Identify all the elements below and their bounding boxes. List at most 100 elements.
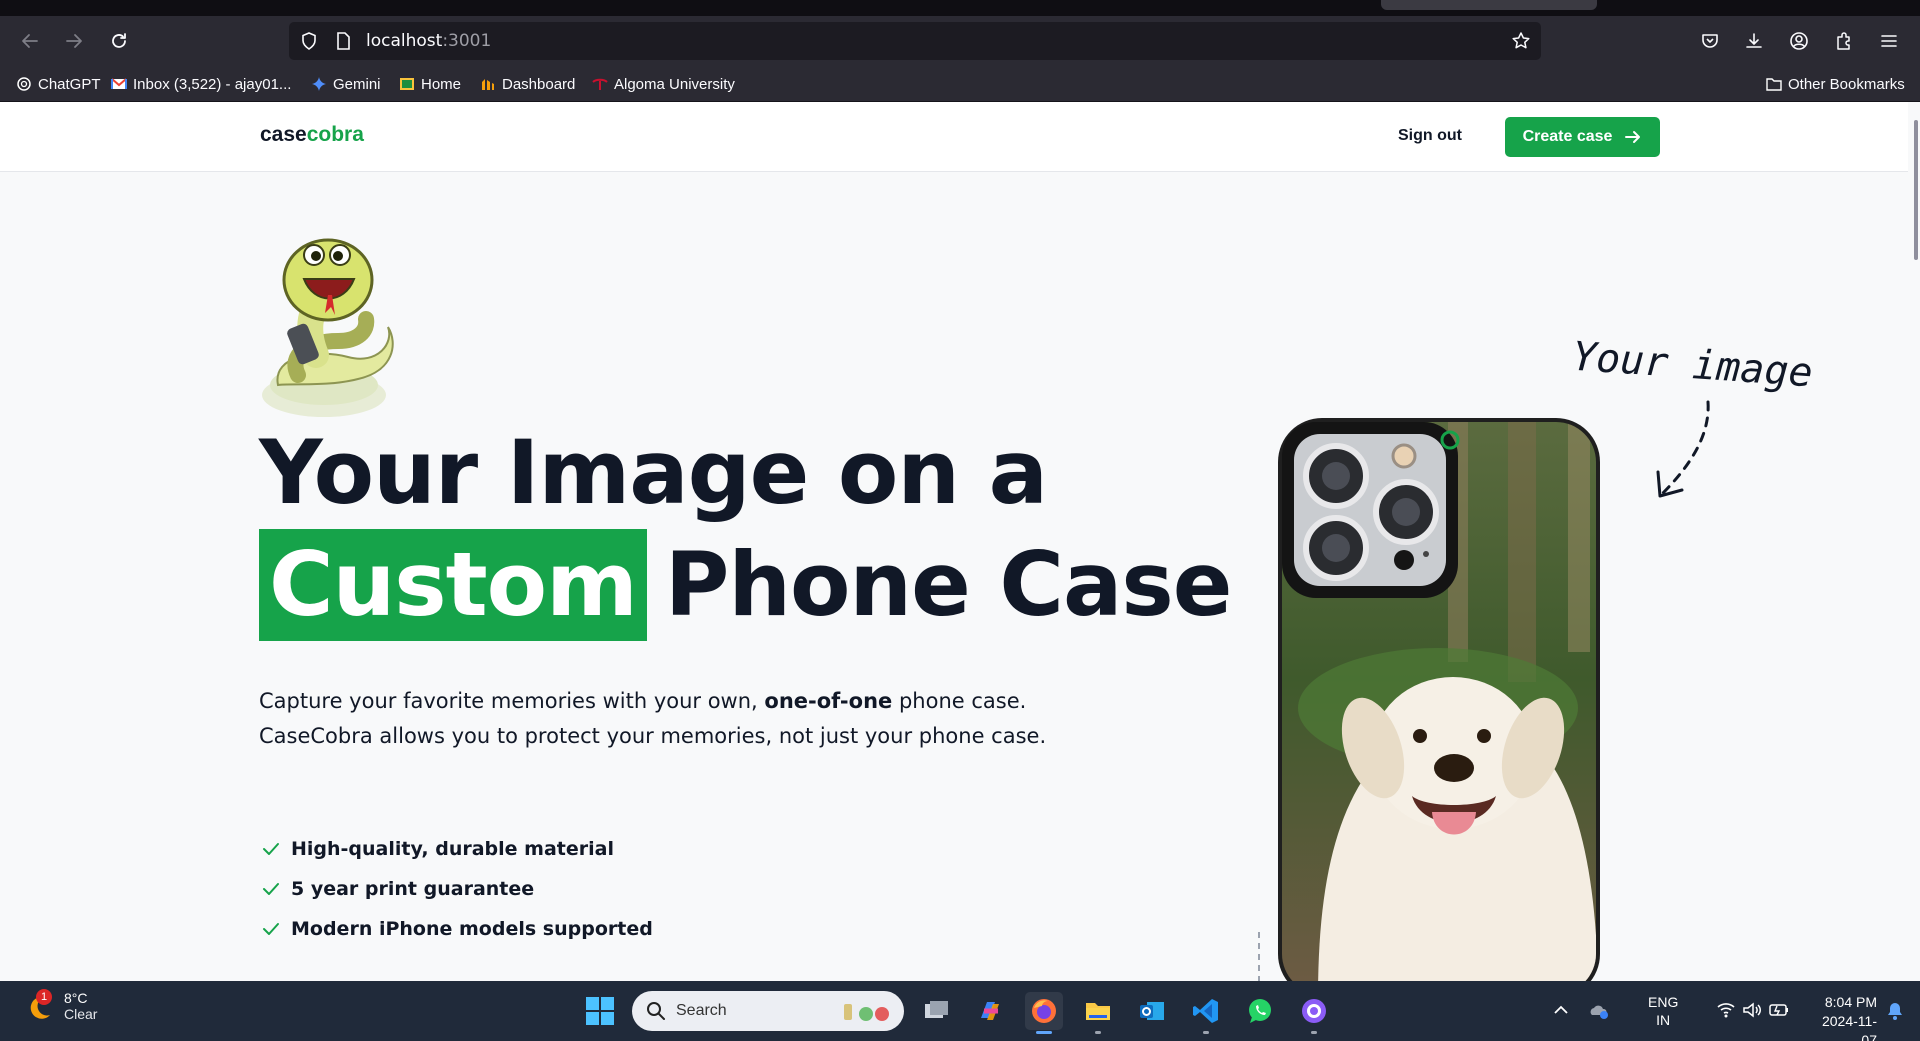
chevron-up-icon[interactable] [1552, 1003, 1570, 1017]
site-header: casecobra Sign out Create case [0, 102, 1908, 172]
chatgpt-icon [16, 76, 32, 92]
feature-item: 5 year print guarantee [261, 869, 653, 909]
weather-condition: Clear [64, 1006, 98, 1022]
task-view-icon [925, 1001, 948, 1018]
bookmark-home[interactable]: Home [399, 74, 461, 94]
folder-icon [1086, 1003, 1110, 1020]
bookmark-gemini[interactable]: Gemini [311, 74, 381, 94]
language-code: ENG [1648, 994, 1679, 1010]
hero-description: Capture your favorite memories with your… [259, 684, 1089, 754]
check-icon [263, 843, 279, 855]
bookmark-label: Dashboard [502, 75, 576, 93]
forward-button[interactable] [57, 24, 91, 58]
other-bookmarks[interactable]: Other Bookmarks [1766, 74, 1905, 94]
page-viewport: casecobra Sign out Create case Your Imag… [0, 102, 1920, 981]
pocket-button[interactable] [1693, 24, 1727, 58]
dashed-guide-line [1258, 932, 1260, 981]
system-tray: ENG IN 8:04 PM 2024-11-07 [1520, 981, 1920, 1041]
vscode-button[interactable] [1187, 992, 1225, 1034]
task-view-button[interactable] [917, 992, 955, 1030]
hamburger-icon [1881, 35, 1897, 47]
reload-icon [112, 33, 126, 48]
other-bookmarks-label: Other Bookmarks [1788, 75, 1905, 93]
whatsapp-icon [1249, 999, 1271, 1023]
hero-heading-line2: Custom Phone Case [259, 529, 1233, 641]
check-icon [263, 883, 279, 895]
whatsapp-button[interactable] [1241, 992, 1279, 1030]
taskbar-search[interactable]: Search [632, 991, 904, 1031]
back-button[interactable] [13, 24, 47, 58]
logo-text-cobra: cobra [306, 123, 364, 146]
volume-icon[interactable] [1742, 1001, 1762, 1019]
url-text[interactable]: localhost:3001 [366, 31, 491, 51]
bookmark-inbox[interactable]: Inbox (3,522) - ajay01... [111, 74, 291, 94]
bookmark-dashboard[interactable]: Dashboard [480, 74, 575, 94]
check-icon [263, 923, 279, 935]
github-icon [1302, 999, 1326, 1023]
create-case-label: Create case [1522, 128, 1613, 145]
search-icon [647, 1002, 665, 1020]
your-image-annotation: Your image [1570, 333, 1815, 397]
onedrive-icon[interactable] [1588, 1001, 1610, 1021]
university-icon [592, 76, 608, 92]
desc-bold: one-of-one [764, 689, 893, 713]
feature-item: High-quality, durable material [261, 829, 653, 869]
account-button[interactable] [1782, 24, 1816, 58]
create-case-button[interactable]: Create case [1505, 117, 1660, 157]
downloads-button[interactable] [1737, 24, 1771, 58]
address-bar[interactable]: localhost:3001 [289, 22, 1541, 60]
arrow-right-icon [1625, 131, 1641, 143]
folder-icon [1766, 76, 1782, 92]
desc-text-1: Capture your favorite memories with your… [259, 689, 765, 713]
clock[interactable]: 8:04 PM 2024-11-07 [1812, 993, 1877, 1041]
feature-item: Modern iPhone models supported [261, 909, 653, 949]
page-scrollbar[interactable] [1908, 102, 1920, 981]
feature-label: 5 year print guarantee [291, 878, 535, 900]
search-highlight-icon [844, 1004, 889, 1021]
weather-badge: 1 [36, 989, 52, 1005]
windows-start-icon[interactable] [584, 995, 616, 1027]
firefox-icon [1032, 999, 1056, 1023]
bookmark-label: Inbox (3,522) - ajay01... [133, 75, 292, 93]
copilot-button[interactable] [971, 992, 1009, 1030]
wifi-icon[interactable] [1716, 1001, 1736, 1019]
tab-strip [0, 0, 1920, 16]
feature-label: Modern iPhone models supported [291, 918, 653, 940]
menu-button[interactable] [1872, 24, 1906, 58]
classroom-icon [399, 76, 415, 92]
reload-button[interactable] [102, 24, 136, 58]
pocket-icon [1702, 34, 1718, 48]
bookmark-algoma[interactable]: Algoma University [592, 74, 735, 94]
bookmark-chatgpt[interactable]: ChatGPT [16, 74, 101, 94]
weather-icon: 1 [24, 989, 54, 1021]
browser-tab[interactable] [1381, 0, 1597, 10]
account-icon [1790, 32, 1808, 50]
bookmarks-toolbar: ChatGPT Inbox (3,522) - ajay01... Gemini… [0, 66, 1920, 102]
bookmark-label: Home [421, 75, 462, 93]
bookmark-star-icon[interactable] [1511, 31, 1531, 51]
language-indicator[interactable]: ENG IN [1648, 993, 1678, 1029]
gemini-icon [311, 76, 327, 92]
features-list: High-quality, durable material 5 year pr… [261, 829, 653, 949]
hero-heading-line1: Your Image on a [259, 421, 1048, 524]
clock-time: 8:04 PM [1824, 994, 1877, 1010]
firefox-taskbar-button[interactable] [1025, 992, 1063, 1034]
page-icon[interactable] [333, 31, 353, 51]
browser-toolbar: localhost:3001 [0, 16, 1920, 66]
battery-icon[interactable] [1768, 1001, 1790, 1019]
site-logo[interactable]: casecobra [260, 123, 364, 147]
bookmark-label: ChatGPT [38, 75, 101, 93]
temperature: 8°C [64, 990, 88, 1006]
outlook-button[interactable] [1133, 992, 1171, 1030]
sign-out-link[interactable]: Sign out [1398, 127, 1462, 145]
notification-bell-icon[interactable] [1886, 1001, 1904, 1021]
file-explorer-button[interactable] [1079, 992, 1117, 1034]
scrollbar-thumb[interactable] [1914, 120, 1918, 260]
weather-widget[interactable]: 1 8°C Clear [24, 989, 98, 1022]
logo-text-case: case [260, 123, 307, 146]
github-desktop-button[interactable] [1295, 992, 1333, 1034]
phone-case-mockup [1278, 418, 1600, 981]
hero-heading-rest: Phone Case [664, 533, 1233, 636]
shield-icon[interactable] [299, 31, 319, 51]
extensions-button[interactable] [1827, 24, 1861, 58]
